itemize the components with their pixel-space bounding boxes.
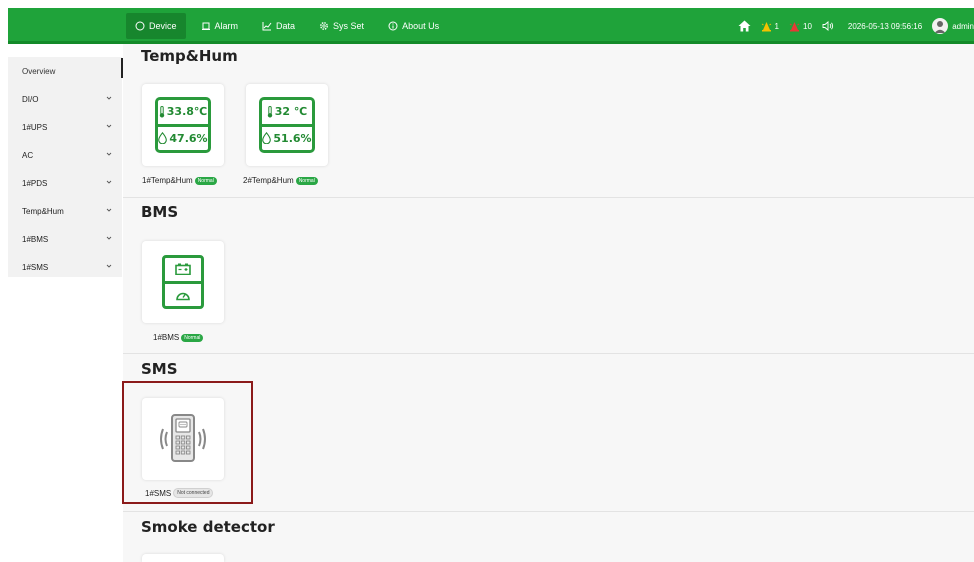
thermometer-icon xyxy=(267,105,272,118)
device-label-temphum-1: 1#Temp&Hum Normal xyxy=(142,176,217,185)
sidebar-item-label: 1#BMS xyxy=(22,234,49,244)
nav-data[interactable]: Data xyxy=(253,13,304,39)
hum-value: 47.6% xyxy=(169,131,208,145)
main-nav: Device Alarm Data Sys Set About Us xyxy=(126,8,454,44)
sidebar-item-label: DI/O xyxy=(22,94,39,104)
warning-alarm-button[interactable]: 1 xyxy=(761,21,779,32)
username: admin xyxy=(952,21,974,31)
section-title-bms: BMS xyxy=(141,203,179,221)
chevron-down-icon xyxy=(106,264,112,268)
sidebar-item-label: 1#SMS xyxy=(22,262,49,272)
selection-highlight xyxy=(122,381,253,504)
hum-row: 51.6% xyxy=(262,123,312,151)
current-datetime: 2026-05-13 09:56:16 xyxy=(847,21,923,31)
sidebar-item-label: Temp&Hum xyxy=(22,206,64,216)
sidebar-item-overview[interactable]: Overview xyxy=(8,57,122,85)
chevron-down-icon xyxy=(106,152,112,156)
user-avatar-icon xyxy=(934,21,946,33)
device-name: 2#Temp&Hum xyxy=(243,176,294,185)
temp-row: 33.8℃ xyxy=(158,100,208,124)
gear-icon xyxy=(320,22,328,30)
sidebar-item-label: Overview xyxy=(22,66,56,76)
gauge-icon xyxy=(176,292,190,301)
sidebar-item-ups[interactable]: 1#UPS xyxy=(8,113,122,141)
hum-value: 51.6% xyxy=(273,131,312,145)
nav-sys-set-label: Sys Set xyxy=(333,21,365,31)
droplet-icon xyxy=(158,132,168,145)
temphum-tile: 33.8℃ 47.6% xyxy=(155,97,211,153)
chevron-down-icon xyxy=(106,124,112,128)
device-card-bms-1[interactable] xyxy=(142,241,224,323)
top-bar: Device Alarm Data Sys Set About Us 1 10 … xyxy=(8,8,974,44)
nav-alarm[interactable]: Alarm xyxy=(192,13,248,39)
bms-battery-half xyxy=(165,258,201,281)
sidebar-item-temphum[interactable]: Temp&Hum xyxy=(8,197,122,225)
sidebar: Overview DI/O 1#UPS AC 1#PDS Temp&Hum 1#… xyxy=(8,57,122,277)
chart-icon xyxy=(262,22,272,31)
chevron-down-icon xyxy=(106,96,112,100)
sidebar-item-ac[interactable]: AC xyxy=(8,141,122,169)
device-label-temphum-2: 2#Temp&Hum Normal xyxy=(243,176,318,185)
sound-button[interactable] xyxy=(822,21,834,31)
sidebar-item-label: 1#UPS xyxy=(22,122,48,132)
critical-alarm-button[interactable]: 10 xyxy=(789,21,812,32)
status-badge: Normal xyxy=(295,176,318,185)
section-title-sms: SMS xyxy=(141,360,178,378)
nav-alarm-label: Alarm xyxy=(214,21,239,31)
sidebar-item-label: AC xyxy=(22,150,34,160)
device-card-temphum-1[interactable]: 33.8℃ 47.6% xyxy=(142,84,224,166)
device-card-temphum-2[interactable]: 32 ℃ 51.6% xyxy=(246,84,328,166)
speaker-icon xyxy=(822,21,834,31)
toolbar-right: 1 10 2026-05-13 09:56:16 admin xyxy=(738,8,974,44)
nav-data-label: Data xyxy=(276,21,296,31)
status-badge: Normal xyxy=(194,176,217,185)
bms-gauge-half xyxy=(165,280,201,307)
temphum-tile: 32 ℃ 51.6% xyxy=(259,97,315,153)
sidebar-item-dio[interactable]: DI/O xyxy=(8,85,122,113)
device-name: 1#BMS xyxy=(153,333,180,342)
critical-alarm-count: 10 xyxy=(803,21,812,31)
device-card-smoke-1[interactable] xyxy=(142,554,224,562)
thermometer-icon xyxy=(159,105,164,118)
chevron-down-icon xyxy=(106,208,112,212)
status-badge: Normal xyxy=(181,333,204,342)
hum-row: 47.6% xyxy=(158,123,208,151)
droplet-icon xyxy=(262,132,272,145)
user-menu[interactable]: admin xyxy=(932,18,974,34)
battery-icon xyxy=(175,263,191,276)
warning-alarm-count: 1 xyxy=(774,21,779,31)
section-title-temphum: Temp&Hum xyxy=(141,47,238,65)
device-label-bms-1: 1#BMS Normal xyxy=(153,333,204,342)
info-icon xyxy=(388,21,398,31)
sidebar-item-sms[interactable]: 1#SMS xyxy=(8,253,122,281)
temp-value: 32 ℃ xyxy=(274,105,308,119)
chevron-down-icon xyxy=(106,180,112,184)
section-divider xyxy=(123,197,974,198)
alarm-icon xyxy=(201,22,210,30)
sidebar-item-label: 1#PDS xyxy=(22,178,48,188)
critical-alarm-icon xyxy=(789,21,800,31)
nav-device-label: Device xyxy=(149,21,177,31)
temp-row: 32 ℃ xyxy=(262,100,312,124)
avatar xyxy=(932,18,949,34)
sidebar-item-pds[interactable]: 1#PDS xyxy=(8,169,122,197)
nav-device[interactable]: Device xyxy=(126,13,186,39)
device-icon xyxy=(135,21,145,31)
warning-alarm-icon xyxy=(761,21,771,31)
sidebar-item-bms[interactable]: 1#BMS xyxy=(8,225,122,253)
device-name: 1#Temp&Hum xyxy=(142,176,193,185)
nav-about-us[interactable]: About Us xyxy=(379,13,448,39)
bms-tile xyxy=(162,255,204,309)
section-divider xyxy=(123,353,974,354)
home-icon xyxy=(738,20,751,32)
home-button[interactable] xyxy=(738,20,751,32)
section-divider xyxy=(123,511,974,512)
chevron-down-icon xyxy=(106,236,112,240)
nav-sys-set[interactable]: Sys Set xyxy=(310,13,373,39)
temp-value: 33.8℃ xyxy=(166,105,208,119)
nav-about-us-label: About Us xyxy=(402,21,440,31)
section-title-smoke: Smoke detector xyxy=(141,518,275,536)
